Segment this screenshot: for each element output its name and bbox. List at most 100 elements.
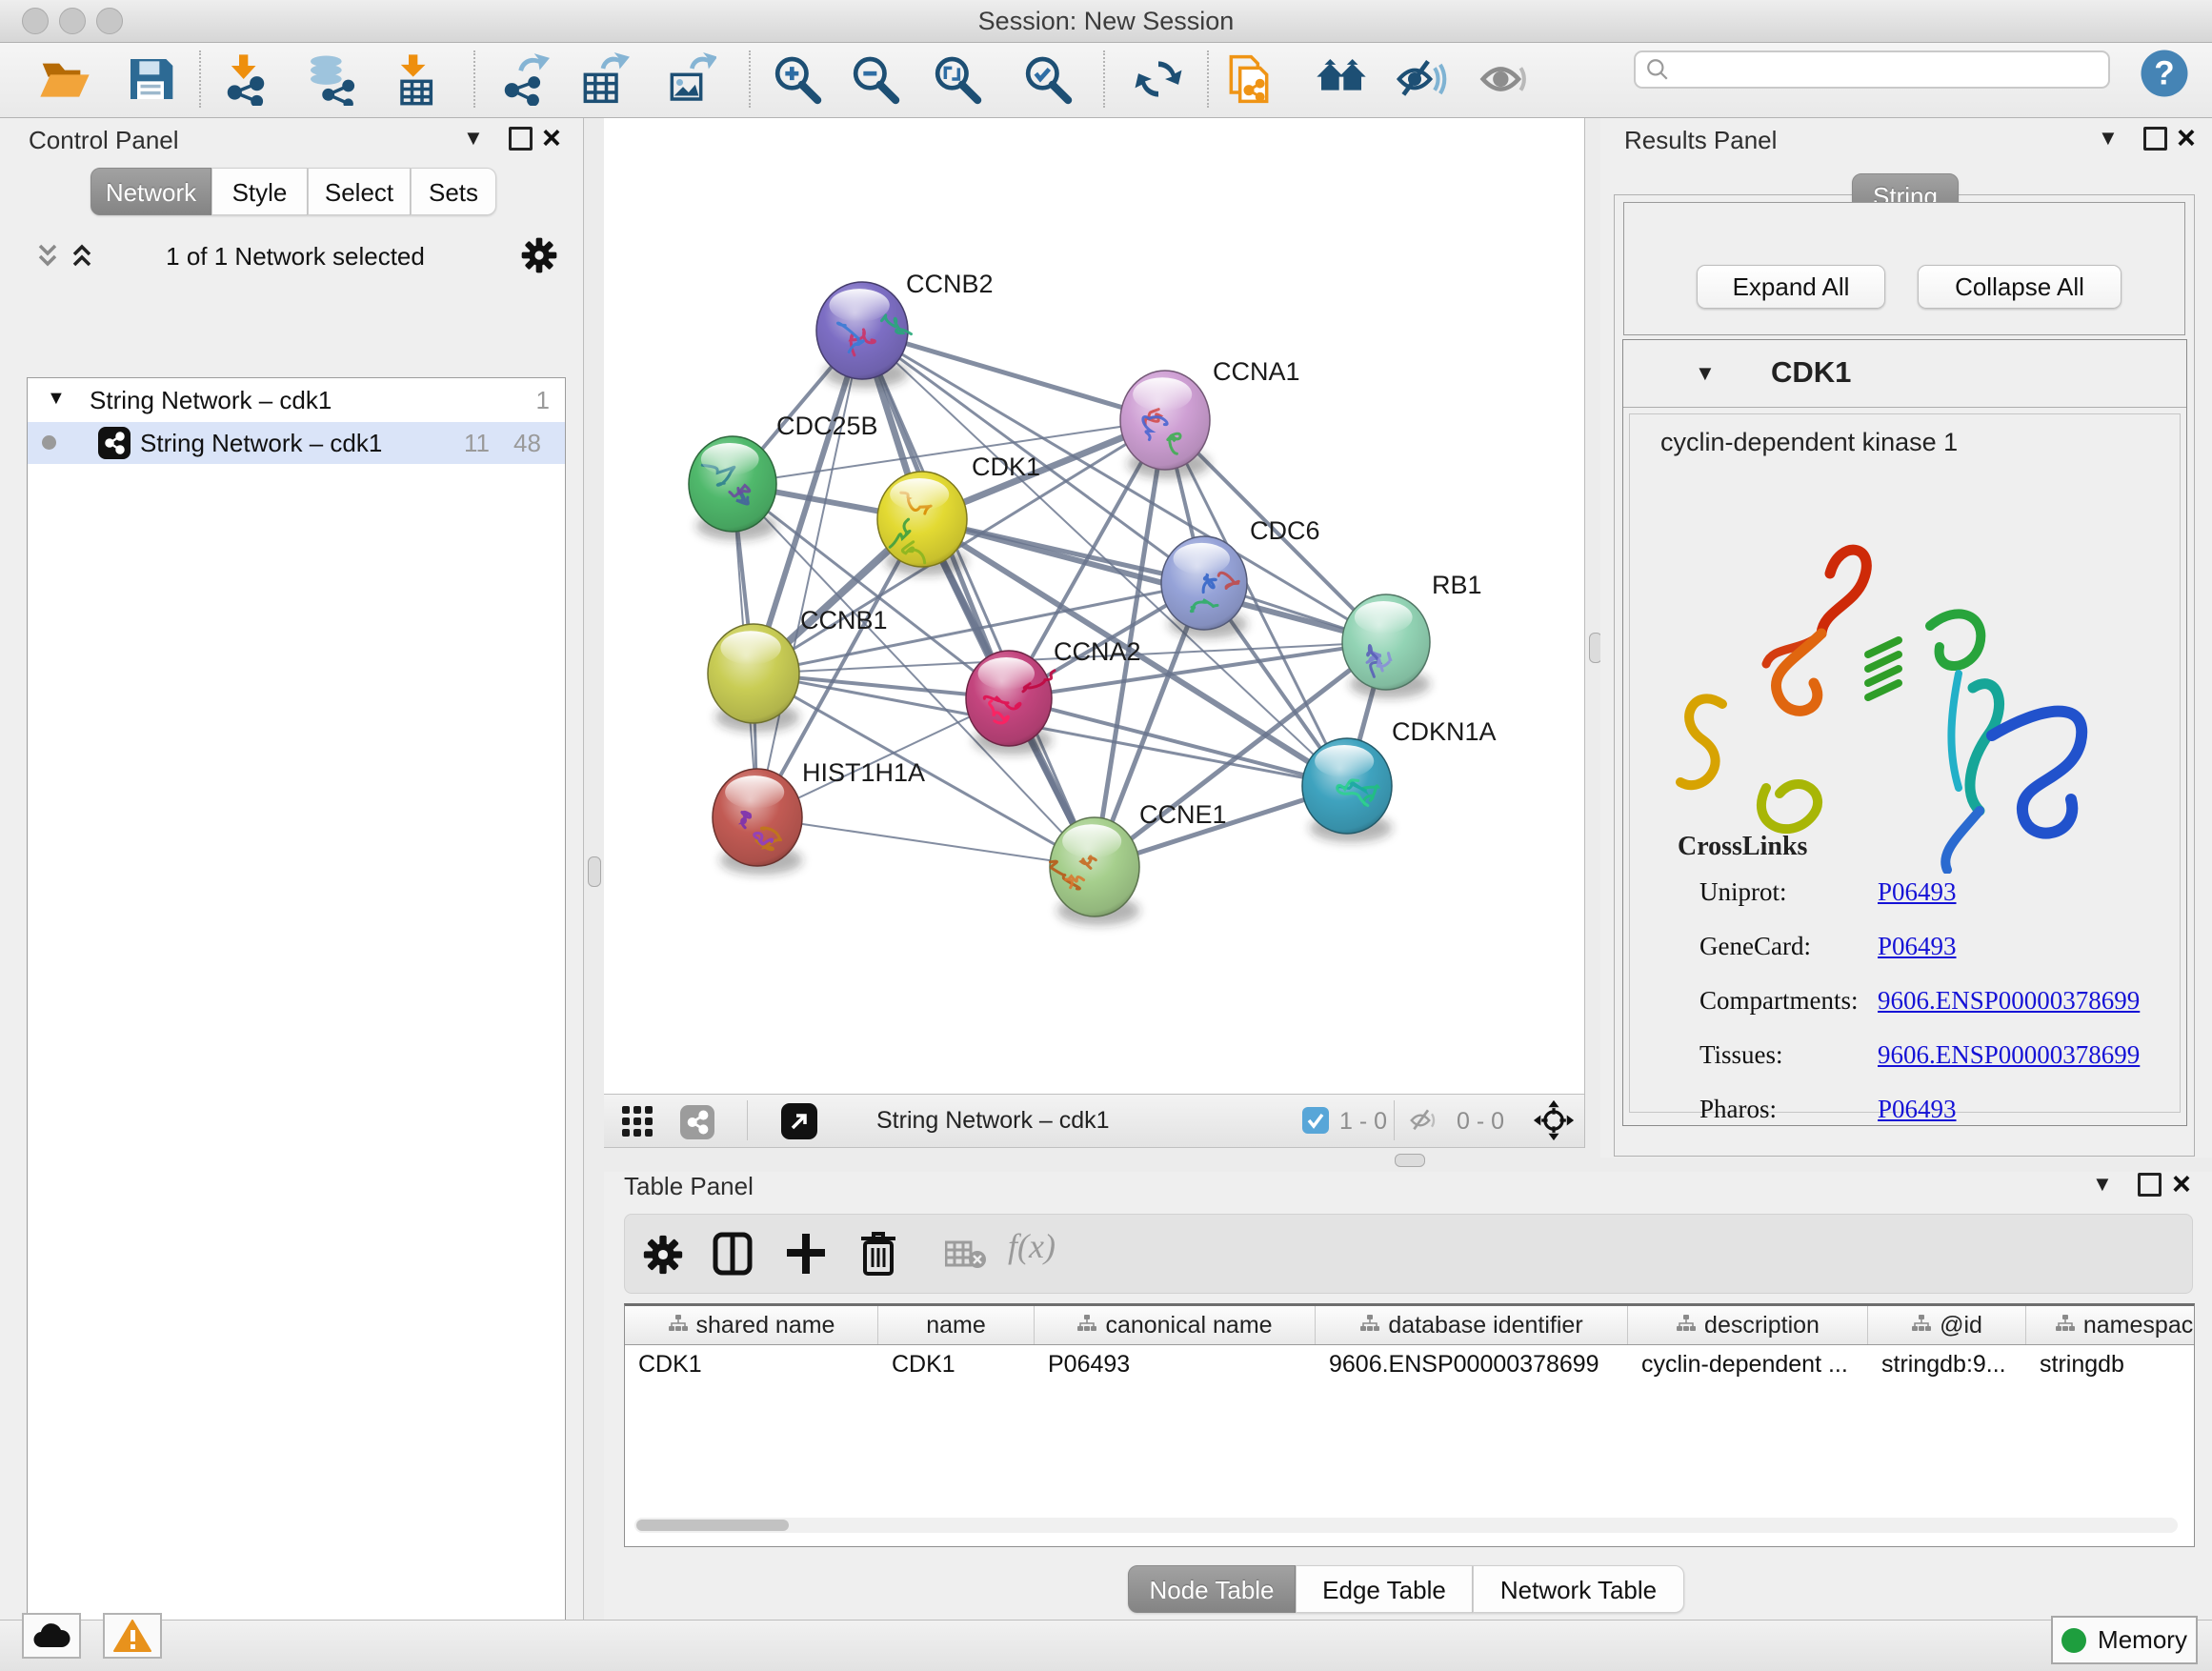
splitter-handle[interactable]	[588, 856, 601, 887]
table-cell[interactable]: CDK1	[878, 1345, 1035, 1383]
crosslink-value-link[interactable]: 9606.ENSP00000378699	[1878, 986, 2140, 1016]
table-panel-float-icon[interactable]	[2138, 1173, 2162, 1197]
control-panel-menu-icon[interactable]: ▼	[463, 126, 484, 151]
node-gloss	[1133, 377, 1192, 411]
table-cell[interactable]: P06493	[1035, 1345, 1316, 1383]
zoom-selected-icon[interactable]	[1020, 52, 1074, 106]
splitter-handle[interactable]	[1395, 1154, 1425, 1167]
memory-button[interactable]: Memory	[2051, 1616, 2198, 1664]
node-label-CDC6: CDC6	[1250, 516, 1320, 545]
export-image-icon[interactable]	[663, 52, 716, 106]
column-header-@id[interactable]: @id	[1868, 1306, 2026, 1344]
crosslink-label: GeneCard:	[1699, 932, 1878, 961]
selected-checkbox-icon[interactable]	[1302, 1107, 1329, 1134]
open-file-icon[interactable]	[38, 52, 91, 106]
hidden-eye-icon[interactable]	[1409, 1107, 1439, 1134]
scrollbar-thumb[interactable]	[636, 1520, 789, 1531]
table-panel: Table Panel ▼ × f(x) shared namenamecano…	[604, 1172, 2212, 1620]
delete-column-icon[interactable]	[859, 1231, 897, 1277]
network-row[interactable]: String Network – cdk1 11 48	[28, 422, 565, 464]
network-options-gear-icon[interactable]	[520, 236, 558, 279]
horizontal-scrollbar[interactable]	[634, 1518, 2178, 1533]
hide-selected-icon[interactable]	[1395, 52, 1448, 106]
tab-edge-table[interactable]: Edge Table	[1296, 1565, 1473, 1613]
open-in-new-window-icon[interactable]	[781, 1103, 817, 1139]
collapse-section-icon[interactable]: ▼	[1695, 361, 1716, 386]
help-icon[interactable]: ?	[2138, 47, 2191, 100]
toolbar-separator	[1207, 50, 1209, 108]
table-panel-menu-icon[interactable]: ▼	[2092, 1172, 2113, 1197]
import-table-file-icon[interactable]	[389, 52, 442, 106]
save-session-icon[interactable]	[124, 52, 177, 106]
column-header-namespace[interactable]: namespace	[2026, 1306, 2195, 1344]
search-input[interactable]	[1670, 55, 2083, 84]
crosslink-value-link[interactable]: 9606.ENSP00000378699	[1878, 1040, 2140, 1070]
expand-all-button[interactable]: Expand All	[1697, 265, 1885, 309]
control-panel-float-icon[interactable]	[509, 127, 533, 151]
tab-select[interactable]: Select	[308, 168, 411, 215]
table-cell[interactable]: 9606.ENSP00000378699	[1316, 1345, 1628, 1383]
column-header-database-identifier[interactable]: database identifier	[1316, 1306, 1628, 1344]
network-canvas[interactable]: CCNB2CCNA1CDC25BCDK1CDC6RB1CCNB1CCNA2CDK…	[604, 118, 1584, 1094]
table-cell[interactable]: CDK1	[625, 1345, 878, 1383]
toolbar-separator	[199, 50, 201, 108]
table-cell[interactable]: stringdb	[2026, 1345, 2195, 1383]
table-row[interactable]: CDK1CDK1P064939606.ENSP00000378699cyclin…	[625, 1345, 2194, 1383]
tab-sets[interactable]: Sets	[411, 168, 496, 215]
zoom-out-icon[interactable]	[848, 52, 901, 106]
column-header-description[interactable]: description	[1628, 1306, 1868, 1344]
results-panel-close-icon[interactable]: ×	[2177, 125, 2196, 151]
edge-HIST1H1A-CCNE1[interactable]	[757, 817, 1095, 867]
export-table-icon[interactable]	[576, 52, 630, 106]
collapse-all-button[interactable]: Collapse All	[1918, 265, 2122, 309]
export-network-icon[interactable]	[496, 52, 550, 106]
refresh-icon[interactable]	[1132, 52, 1185, 106]
import-network-file-icon[interactable]	[219, 52, 272, 106]
crosslink-value-link[interactable]: P06493	[1878, 1095, 1957, 1124]
column-header-label: @id	[1940, 1312, 1982, 1339]
left-splitter[interactable]	[583, 118, 606, 1620]
toolbar-separator	[473, 50, 475, 108]
column-header-canonical-name[interactable]: canonical name	[1035, 1306, 1316, 1344]
search-box	[1634, 50, 2110, 89]
network-view-icon[interactable]	[680, 1105, 714, 1139]
show-columns-icon[interactable]	[713, 1232, 753, 1276]
table-options-gear-icon[interactable]	[642, 1234, 684, 1280]
show-all-icon[interactable]	[1478, 52, 1532, 106]
protein-structure-image	[1644, 502, 2178, 874]
table-cell[interactable]: cyclin-dependent ...	[1628, 1345, 1868, 1383]
warnings-button[interactable]	[103, 1613, 162, 1659]
table-cell[interactable]: stringdb:9...	[1868, 1345, 2026, 1383]
tab-network[interactable]: Network	[90, 168, 211, 215]
grid-view-icon[interactable]	[621, 1105, 654, 1137]
zoom-fit-icon[interactable]	[930, 52, 983, 106]
add-column-icon[interactable]	[785, 1232, 827, 1276]
crosslink-value-link[interactable]: P06493	[1878, 932, 1957, 961]
column-header-shared-name[interactable]: shared name	[625, 1306, 878, 1344]
import-network-database-icon[interactable]	[304, 52, 357, 106]
tab-node-table[interactable]: Node Table	[1128, 1565, 1296, 1613]
results-panel-float-icon[interactable]	[2143, 127, 2167, 151]
zoom-in-icon[interactable]	[770, 52, 823, 106]
function-builder-icon[interactable]: f(x)	[1008, 1226, 1056, 1266]
first-neighbors-icon[interactable]	[1315, 52, 1368, 106]
collapse-tree-icon[interactable]: ▼	[47, 388, 66, 410]
column-header-name[interactable]: name	[878, 1306, 1035, 1344]
duplicate-network-icon[interactable]	[1222, 52, 1276, 106]
control-panel-close-icon[interactable]: ×	[542, 125, 561, 151]
network-collection-row[interactable]: ▼ String Network – cdk1 1	[28, 378, 565, 422]
table-panel-close-icon[interactable]: ×	[2172, 1171, 2191, 1198]
cloud-button[interactable]	[22, 1613, 81, 1659]
crosslinks-heading: CrossLinks	[1678, 832, 1807, 862]
delete-table-icon[interactable]	[945, 1240, 987, 1269]
tab-style[interactable]: Style	[211, 168, 308, 215]
birds-eye-view-icon[interactable]	[1533, 1099, 1575, 1141]
cloud-icon	[32, 1622, 70, 1649]
protein-header[interactable]: ▼ CDK1	[1623, 340, 2186, 408]
tab-network-table[interactable]: Network Table	[1473, 1565, 1684, 1613]
column-type-icon	[2055, 1312, 2076, 1339]
crosslink-value-link[interactable]: P06493	[1878, 877, 1957, 907]
table-panel-title: Table Panel	[624, 1172, 754, 1201]
node-label-CDK1: CDK1	[972, 453, 1040, 481]
results-panel-menu-icon[interactable]: ▼	[2098, 126, 2119, 151]
